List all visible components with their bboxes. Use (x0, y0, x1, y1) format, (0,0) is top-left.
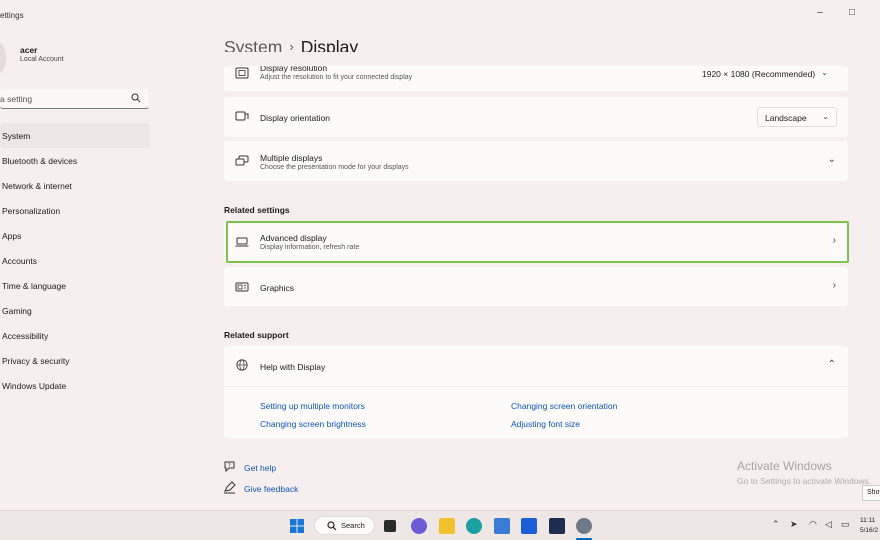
account-name: acer (20, 45, 38, 55)
orientation-icon (235, 111, 249, 121)
display-orientation-title: Display orientation (260, 113, 330, 123)
sidebar-item-accounts[interactable]: Accounts (0, 248, 150, 273)
help-links-panel: Setting up multiple monitors Changing sc… (224, 387, 848, 438)
sidebar-item-network[interactable]: Network & internet (0, 173, 150, 198)
settings-gear-icon[interactable] (576, 518, 592, 534)
search-icon (327, 521, 337, 531)
minimize-button[interactable]: – (808, 4, 832, 20)
sidebar-item-windows-update[interactable]: Windows Update (0, 373, 150, 398)
activate-windows-watermark: Activate Windows (737, 459, 832, 473)
search-placeholder: a setting (0, 94, 33, 104)
maximize-button[interactable]: □ (840, 4, 864, 20)
help-link-multiple-monitors[interactable]: Setting up multiple monitors (260, 401, 365, 411)
file-explorer-icon[interactable] (439, 518, 455, 534)
chevron-right-icon: › (832, 235, 836, 246)
windows-start-icon[interactable] (289, 518, 305, 534)
search-icon (131, 93, 141, 103)
globe-icon (236, 359, 248, 371)
dropbox-icon[interactable] (521, 518, 537, 534)
chevron-down-icon: ⌄ (821, 68, 828, 77)
taskbar-search-label: Search (341, 521, 365, 530)
help-with-display-header[interactable]: Help with Display ⌃ (224, 346, 848, 386)
get-help-icon: ? (224, 461, 235, 473)
advanced-display-subtitle: Display information, refresh rate (260, 244, 360, 251)
account-type: Local Account (20, 56, 64, 63)
battery-icon[interactable]: ▭ (841, 519, 850, 530)
sidebar-item-privacy[interactable]: Privacy & security (0, 348, 150, 373)
get-help-link[interactable]: Get help (244, 463, 276, 473)
chat-icon[interactable] (411, 518, 427, 534)
multiple-displays-icon (235, 155, 249, 166)
sidebar-item-gaming[interactable]: Gaming (0, 298, 150, 323)
account-header[interactable]: acer Local Account (0, 40, 150, 76)
sidebar-item-system[interactable]: System (0, 123, 150, 148)
sidebar-item-time-language[interactable]: Time & language (0, 273, 150, 298)
settings-search-input[interactable]: a setting (0, 89, 149, 109)
avatar (0, 43, 6, 73)
related-settings-heading: Related settings (224, 205, 290, 215)
feedback-icon (224, 481, 236, 494)
multiple-displays-subtitle: Choose the presentation mode for your di… (260, 164, 409, 171)
related-support-heading: Related support (224, 330, 289, 340)
activate-windows-subtext: Go to Settings to activate Windows. (737, 476, 872, 486)
graphics-icon (235, 282, 249, 292)
graphics-title: Graphics (260, 283, 295, 293)
sidebar-nav: System Bluetooth & devices Network & int… (0, 123, 150, 398)
wifi-icon[interactable]: ◠ (809, 519, 817, 530)
multiple-displays-title: Multiple displays (260, 153, 323, 163)
system-clock[interactable]: 11:11 5/16/2 (860, 516, 878, 536)
chevron-up-icon[interactable]: ⌃ (828, 359, 836, 370)
window-title: ettings (0, 11, 24, 20)
help-with-display-title: Help with Display (260, 362, 326, 372)
sidebar-item-bluetooth[interactable]: Bluetooth & devices (0, 148, 150, 173)
graphics-card[interactable]: Graphics › (224, 267, 848, 306)
help-link-font-size[interactable]: Adjusting font size (511, 419, 580, 429)
give-feedback-link[interactable]: Give feedback (244, 484, 298, 494)
advanced-display-title: Advanced display (260, 233, 327, 243)
title-bar: ettings – □ (0, 0, 880, 32)
chevron-right-icon: › (832, 280, 836, 291)
sidebar-item-apps[interactable]: Apps (0, 223, 150, 248)
scroll-mask (224, 52, 848, 66)
store-icon[interactable] (494, 518, 510, 534)
help-link-screen-brightness[interactable]: Changing screen brightness (260, 419, 366, 429)
help-link-screen-orientation[interactable]: Changing screen orientation (511, 401, 617, 411)
display-resolution-subtitle: Adjust the resolution to fit your connec… (260, 74, 413, 81)
taskbar-search-button[interactable]: Search (314, 516, 375, 535)
advanced-display-card[interactable]: Advanced display Display information, re… (224, 221, 848, 263)
location-icon[interactable]: ➤ (790, 519, 798, 530)
volume-icon[interactable]: ◁ (825, 519, 832, 530)
chevron-up-icon[interactable]: ⌃ (772, 519, 780, 530)
sidebar-item-personalization[interactable]: Personalization (0, 198, 150, 223)
display-resolution-card: Display resolution Adjust the resolution… (224, 63, 848, 91)
chevron-down-icon[interactable]: ⌄ (828, 154, 836, 165)
edge-icon[interactable] (466, 518, 482, 534)
resolution-icon (235, 67, 249, 79)
chevron-down-icon: ⌄ (822, 112, 829, 121)
taskbar: Search ⌃ ➤ ◠ ◁ ▭ 11:11 5/16/2 (0, 510, 880, 540)
laptop-icon (235, 237, 249, 247)
task-view-icon[interactable] (384, 520, 396, 532)
orientation-dropdown[interactable]: Landscape ⌄ (757, 107, 837, 127)
svg-text:?: ? (228, 463, 231, 469)
app-icon[interactable] (549, 518, 565, 534)
display-orientation-card: Display orientation Landscape ⌄ (224, 97, 848, 137)
resolution-dropdown[interactable]: 1920 × 1080 (Recommended) ⌄ (694, 63, 836, 83)
show-desktop-tooltip: Shov (862, 485, 880, 501)
multiple-displays-card[interactable]: Multiple displays Choose the presentatio… (224, 141, 848, 181)
sidebar-item-accessibility[interactable]: Accessibility (0, 323, 150, 348)
